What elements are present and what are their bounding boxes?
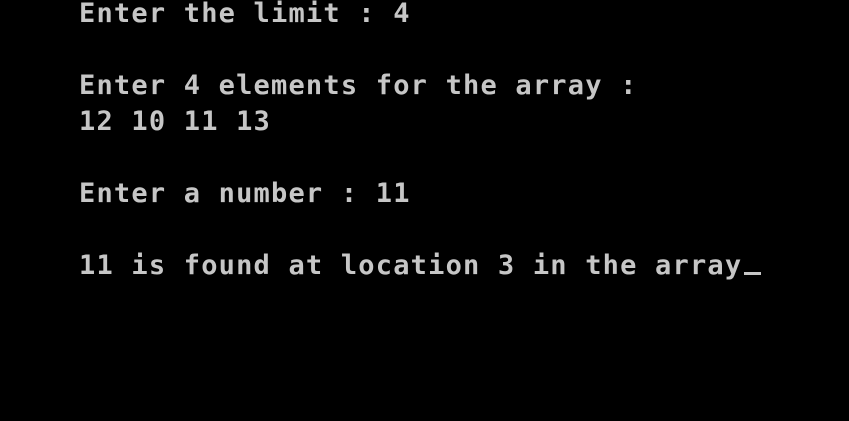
prompt-limit-text: Enter the limit : 4 — [79, 0, 411, 29]
prompt-elements-text: Enter 4 elements for the array : — [79, 70, 638, 101]
prompt-elements-line: Enter 4 elements for the array : — [79, 68, 638, 104]
result-line: 11 is found at location 3 in the array — [79, 248, 762, 284]
prompt-limit-line: Enter the limit : 4 — [79, 0, 411, 32]
array-input-text: 12 10 11 13 — [79, 106, 272, 137]
prompt-number-text: Enter a number : 11 — [79, 178, 411, 209]
text-cursor — [744, 272, 762, 275]
result-text: 11 is found at location 3 in the array — [79, 250, 743, 281]
array-input-line: 12 10 11 13 — [79, 104, 271, 140]
prompt-number-line: Enter a number : 11 — [79, 176, 411, 212]
console-window[interactable]: Enter the limit : 4 Enter 4 elements for… — [0, 0, 849, 421]
